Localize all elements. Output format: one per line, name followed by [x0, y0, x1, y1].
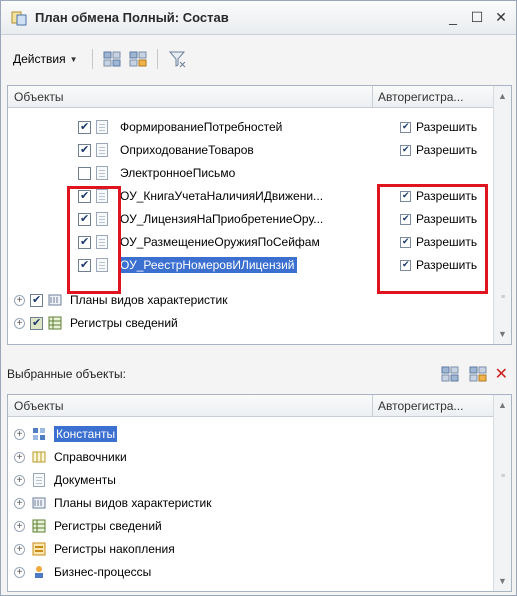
column-header-autoregistration[interactable]: Авторегистра...: [378, 399, 463, 413]
selected-objects-bar: Выбранные объекты: ✕: [7, 357, 512, 389]
object-name: Планы видов характеристик: [54, 496, 212, 510]
tree-row[interactable]: + Планы видов характеристик: [8, 492, 493, 515]
window-title: План обмена Полный: Состав: [35, 10, 229, 25]
documents-icon: [33, 473, 45, 487]
tree-row[interactable]: + Регистры сведений: [8, 515, 493, 538]
column-divider[interactable]: [372, 86, 373, 108]
object-name: Константы: [54, 426, 118, 442]
object-name: ОУ_РеестрНомеровИЛицензий: [118, 257, 297, 273]
actions-label: Действия: [13, 52, 66, 66]
exchange-plan-window: План обмена Полный: Состав _ ☐ ✕ Действи…: [0, 0, 517, 596]
scroll-up-icon[interactable]: ▲: [498, 400, 507, 410]
maximize-button[interactable]: ☐: [468, 7, 486, 27]
scroll-grip-icon[interactable]: ≡: [501, 473, 505, 480]
scroll-down-icon[interactable]: ▼: [498, 576, 507, 586]
table-header: Объекты Авторегистра...: [8, 86, 511, 108]
close-button[interactable]: ✕: [492, 7, 510, 27]
object-name: Регистры сведений: [54, 519, 162, 533]
highlight-box-checkboxes: [67, 186, 121, 294]
expand-icon[interactable]: +: [14, 498, 25, 509]
expand-icon[interactable]: +: [14, 475, 25, 486]
expand-icon[interactable]: +: [14, 452, 25, 463]
expand-icon[interactable]: +: [14, 567, 25, 578]
object-name: ОУ_РазмещениеОружияПоСейфам: [120, 235, 320, 249]
tree-row[interactable]: + Регистры накопления: [8, 538, 493, 561]
object-name: ЭлектронноеПисьмо: [120, 166, 236, 180]
selected-objects-label: Выбранные объекты:: [7, 367, 126, 381]
filter-icon[interactable]: [166, 48, 188, 70]
autoregistration-checkbox[interactable]: [400, 121, 411, 133]
expand-icon[interactable]: +: [14, 544, 25, 555]
scroll-down-icon[interactable]: ▼: [498, 329, 507, 339]
minimize-button[interactable]: _: [444, 7, 462, 27]
exchange-plan-icon: [11, 10, 27, 26]
object-name: Документы: [54, 473, 116, 487]
actions-menu-button[interactable]: Действия ▼: [7, 50, 84, 68]
scroll-grip-icon[interactable]: ≡: [501, 294, 505, 301]
uncheck-all-icon[interactable]: [127, 48, 149, 70]
check-all-icon[interactable]: [439, 363, 461, 385]
toolbar: Действия ▼: [7, 45, 188, 73]
include-checkbox[interactable]: [30, 316, 43, 330]
vertical-scrollbar[interactable]: ▲ ≡ ▼: [493, 86, 511, 344]
toolbar-separator: [156, 49, 158, 69]
catalogs-icon: [32, 450, 46, 464]
object-name: Справочники: [54, 450, 127, 464]
object-name: ОУ_КнигаУчетаНаличияИДвижени...: [120, 189, 324, 203]
uncheck-all-icon[interactable]: [467, 363, 489, 385]
characteristics-icon: [48, 293, 62, 307]
info-registers-icon: [48, 316, 62, 330]
tree-group-row[interactable]: + Регистры сведений: [8, 312, 493, 335]
column-header-objects[interactable]: Объекты: [14, 399, 64, 413]
object-name: ФормированиеПотребностей: [120, 120, 283, 134]
include-checkbox[interactable]: [78, 143, 91, 157]
expand-icon[interactable]: +: [14, 295, 25, 306]
constants-icon: [32, 427, 46, 441]
chevron-down-icon: ▼: [69, 54, 78, 64]
object-name: Бизнес-процессы: [54, 565, 152, 579]
check-all-icon[interactable]: [101, 48, 123, 70]
vertical-scrollbar[interactable]: ▲ ≡ ▼: [493, 395, 511, 591]
business-processes-icon: [32, 565, 46, 579]
tree-row-selected[interactable]: + Константы: [8, 423, 493, 446]
object-name: ОприходованиеТоваров: [120, 143, 254, 157]
expand-icon[interactable]: +: [14, 318, 25, 329]
title-bar: План обмена Полный: Состав _ ☐ ✕: [1, 1, 516, 35]
column-header-objects[interactable]: Объекты: [14, 90, 64, 104]
accumulation-registers-icon: [32, 542, 46, 556]
expand-icon[interactable]: +: [14, 521, 25, 532]
toolbar-separator: [91, 49, 93, 69]
include-checkbox[interactable]: [78, 120, 91, 134]
autoregistration-value: Разрешить: [416, 120, 478, 134]
tree-row[interactable]: ЭлектронноеПисьмо: [8, 162, 493, 185]
characteristics-icon: [32, 496, 46, 510]
group-name: Планы видов характеристик: [70, 293, 228, 307]
document-icon: [96, 143, 108, 157]
object-name: ОУ_ЛицензияНаПриобретениеОру...: [120, 212, 324, 226]
tree-row[interactable]: + Бизнес-процессы: [8, 561, 493, 584]
include-checkbox[interactable]: [78, 167, 91, 180]
include-checkbox[interactable]: [30, 293, 43, 307]
tree-row[interactable]: + Документы: [8, 469, 493, 492]
expand-icon[interactable]: +: [14, 429, 25, 440]
info-registers-icon: [32, 519, 46, 533]
object-name: Регистры накопления: [54, 542, 175, 556]
delete-icon[interactable]: ✕: [495, 364, 508, 384]
column-header-autoregistration[interactable]: Авторегистра...: [378, 90, 463, 104]
highlight-box-permissions: [377, 184, 488, 294]
selected-objects-panel: Объекты Авторегистра... + Константы + Сп…: [7, 394, 512, 592]
column-divider[interactable]: [372, 395, 373, 417]
tree-row[interactable]: ФормированиеПотребностей Разрешить: [8, 116, 493, 139]
document-icon: [96, 166, 108, 180]
table-header: Объекты Авторегистра...: [8, 395, 511, 417]
autoregistration-value: Разрешить: [416, 143, 478, 157]
autoregistration-checkbox[interactable]: [400, 144, 411, 156]
document-icon: [96, 120, 108, 134]
scroll-up-icon[interactable]: ▲: [498, 91, 507, 101]
tree-row[interactable]: ОприходованиеТоваров Разрешить: [8, 139, 493, 162]
group-name: Регистры сведений: [70, 316, 178, 330]
tree-row[interactable]: + Справочники: [8, 446, 493, 469]
